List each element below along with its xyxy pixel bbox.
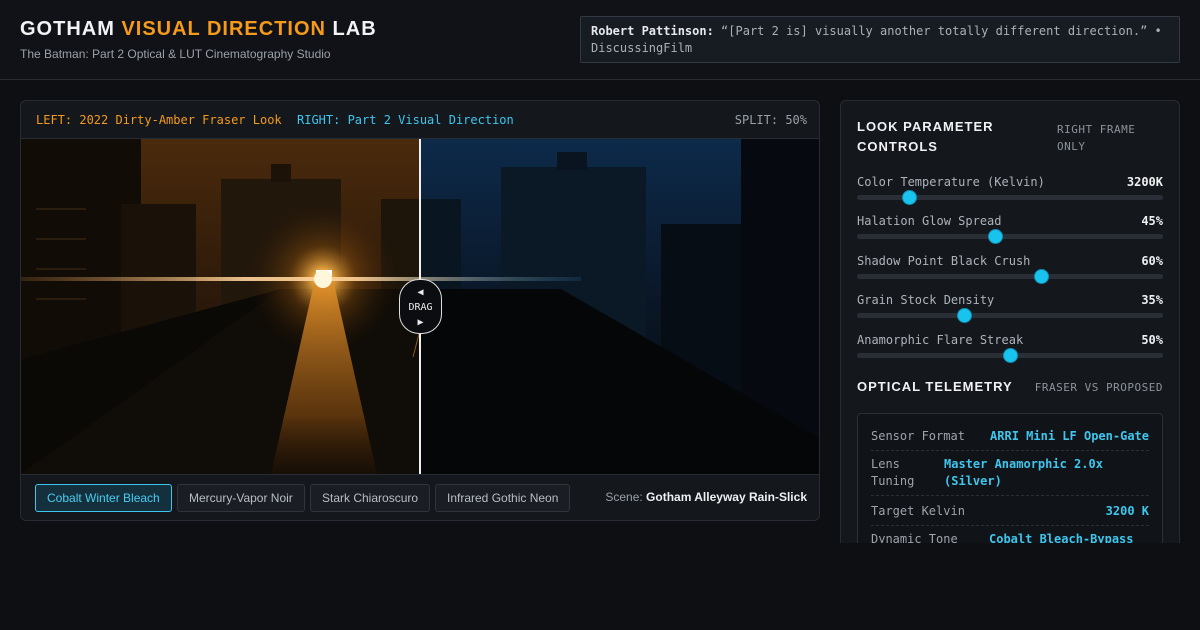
drag-label: DRAG — [408, 302, 433, 313]
slider-value: 45% — [1141, 214, 1163, 228]
telemetry-table: Sensor Format ARRI Mini LF Open-Gate Len… — [857, 413, 1163, 543]
preset-bar: Cobalt Winter Bleach Mercury-Vapor Noir … — [21, 474, 819, 520]
comparison-viewer: LEFT: 2022 Dirty-Amber Fraser Look RIGHT… — [20, 100, 820, 521]
scene-indicator: Scene: Gotham Alleyway Rain-Slick — [605, 490, 807, 504]
look-controls-panel: LOOK PARAMETER CONTROLS RIGHT FRAME ONLY… — [840, 100, 1180, 543]
preset-stark-chiaroscuro[interactable]: Stark Chiaroscuro — [310, 484, 431, 512]
telemetry-title: OPTICAL TELEMETRY — [857, 379, 1013, 394]
split-readout: SPLIT: 50% — [734, 113, 807, 127]
controls-scope-tag: RIGHT FRAME ONLY — [1057, 123, 1136, 153]
scene-name: Gotham Alleyway Rain-Slick — [646, 490, 807, 504]
telemetry-tag: FRASER VS PROPOSED — [1034, 381, 1163, 394]
telemetry-row: Lens Tuning Master Anamorphic 2.0x (Silv… — [871, 456, 1149, 496]
slider-grain-density: Grain Stock Density 35% — [857, 293, 1163, 323]
preset-cobalt-winter-bleach[interactable]: Cobalt Winter Bleach — [35, 484, 172, 512]
slider-anamorphic-flare: Anamorphic Flare Streak 50% — [857, 333, 1163, 363]
slider-value: 60% — [1141, 254, 1163, 268]
slider-value: 35% — [1141, 293, 1163, 307]
slider-shadow-crush: Shadow Point Black Crush 60% — [857, 254, 1163, 284]
slider-color-temperature: Color Temperature (Kelvin) 3200K — [857, 175, 1163, 205]
slider-thumb[interactable] — [1033, 269, 1049, 284]
chevron-right-icon: ▶ — [417, 317, 424, 328]
slider-track[interactable] — [857, 313, 1163, 318]
telemetry-row: Target Kelvin 3200 K — [871, 503, 1149, 526]
right-frame-label: RIGHT: Part 2 Visual Direction — [297, 113, 514, 127]
slider-value: 50% — [1141, 333, 1163, 347]
chevron-left-icon: ◀ — [417, 287, 424, 298]
quote-banner: Robert Pattinson: “[Part 2 is] visually … — [580, 16, 1180, 63]
preset-mercury-vapor-noir[interactable]: Mercury-Vapor Noir — [177, 484, 305, 512]
page-title: GOTHAM VISUAL DIRECTION LAB — [20, 18, 377, 40]
preset-infrared-gothic-neon[interactable]: Infrared Gothic Neon — [435, 484, 571, 512]
slider-thumb[interactable] — [987, 229, 1003, 244]
slider-halation-glow: Halation Glow Spread 45% — [857, 214, 1163, 244]
slider-thumb[interactable] — [1003, 348, 1018, 363]
split-drag-handle[interactable]: ◀ DRAG ▶ — [399, 279, 442, 334]
telemetry-row: Sensor Format ARRI Mini LF Open-Gate — [871, 428, 1149, 451]
slider-thumb[interactable] — [957, 308, 973, 323]
split-frame[interactable]: ◀ DRAG ▶ — [21, 139, 819, 474]
telemetry-row: Dynamic Tone Cobalt Bleach-Bypass — [871, 532, 1134, 543]
app-header: GOTHAM VISUAL DIRECTION LAB The Batman: … — [0, 0, 1200, 80]
viewer-toolbar: LEFT: 2022 Dirty-Amber Fraser Look RIGHT… — [21, 101, 819, 139]
slider-value: 3200K — [1126, 175, 1163, 189]
page-subtitle: The Batman: Part 2 Optical & LUT Cinemat… — [20, 47, 331, 61]
controls-title: LOOK PARAMETER CONTROLS — [857, 119, 994, 154]
slider-track[interactable] — [857, 274, 1163, 279]
slider-thumb[interactable] — [902, 190, 918, 205]
quote-speaker: Robert Pattinson: — [591, 24, 714, 38]
left-frame-label: LEFT: 2022 Dirty-Amber Fraser Look — [36, 113, 282, 127]
slider-track[interactable] — [857, 234, 1163, 239]
